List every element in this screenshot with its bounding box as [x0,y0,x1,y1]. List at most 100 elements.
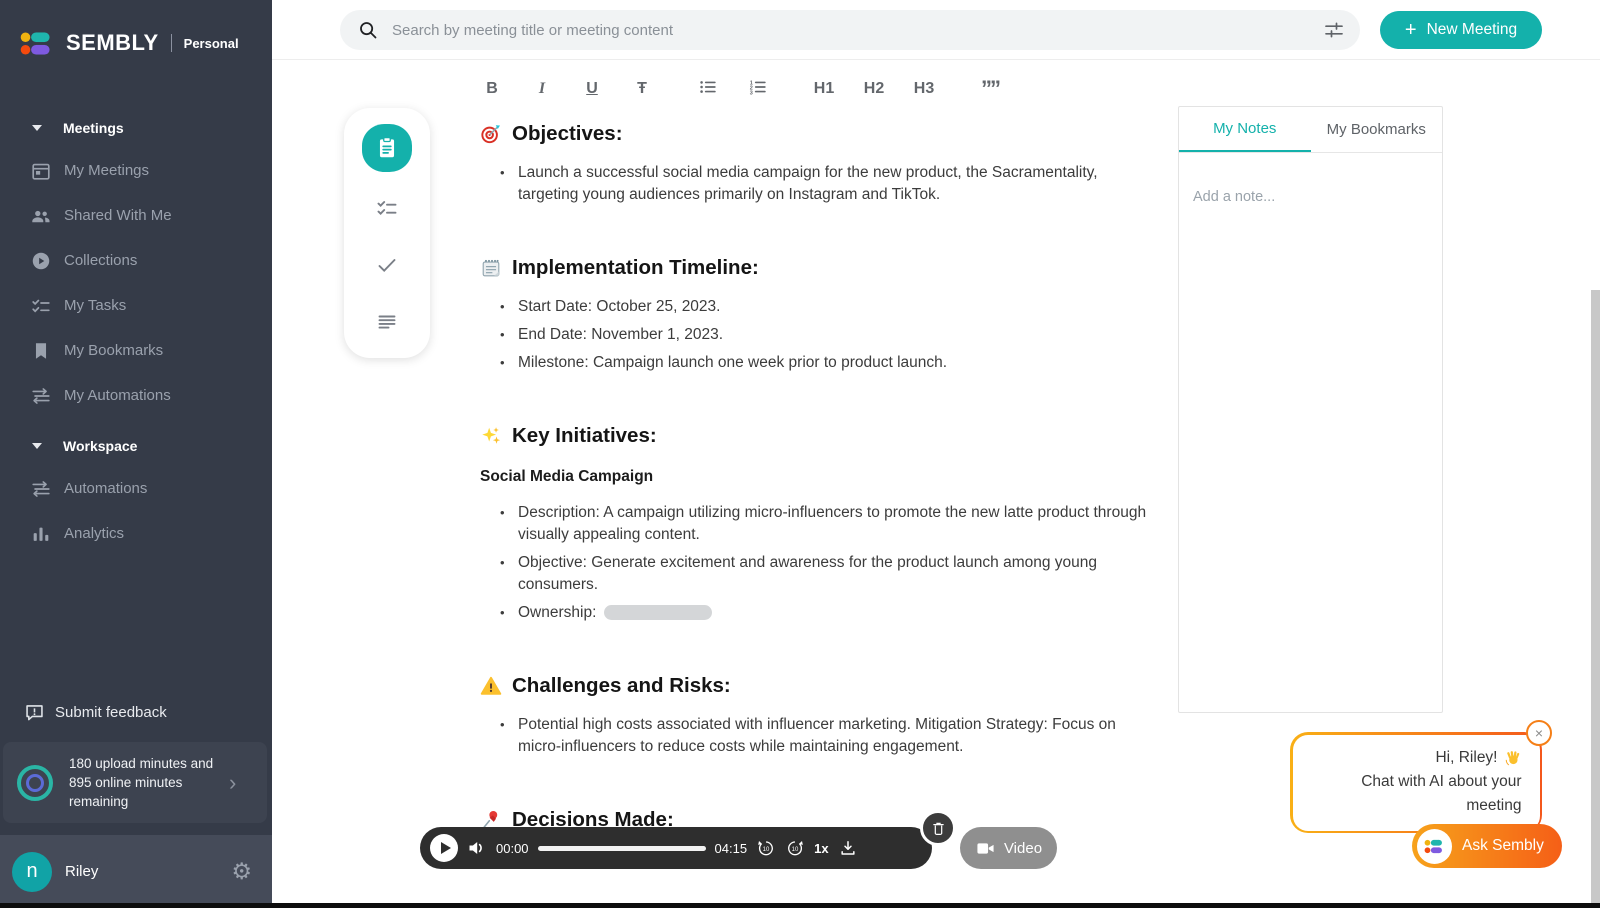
sidebar-item-shared-with-me[interactable]: Shared With Me [0,193,272,238]
tasks-tab[interactable] [375,196,399,225]
brand-logo[interactable]: SEMBLY Personal [0,0,272,58]
usage-progress-ring [17,765,53,801]
sidebar-spacer [0,556,272,690]
rewind-10-icon[interactable]: 10 [756,838,776,858]
section-title: Implementation Timeline: [512,256,759,280]
bullet-item: Objective: Generate excitement and aware… [518,552,1160,596]
search-icon [358,20,378,40]
play-icon [441,842,451,854]
h3-button[interactable]: H3 [912,80,936,98]
video-label: Video [1004,840,1042,857]
trash-icon [930,820,947,837]
volume-icon[interactable] [467,838,487,858]
avatar[interactable]: n [12,852,52,892]
sidebar-section-workspace[interactable]: Workspace [0,426,272,466]
sidebar-item-my-bookmarks[interactable]: My Bookmarks [0,328,272,373]
filter-icon[interactable] [1322,18,1346,42]
submit-feedback-button[interactable]: Submit feedback [0,690,272,734]
italic-button[interactable]: I [530,80,554,98]
checkmark-icon [375,253,399,277]
notes-tabs: My Notes My Bookmarks [1179,107,1442,153]
view-rail [344,108,430,358]
ask-sembly-button[interactable]: Ask Sembly [1412,824,1562,868]
section-title: Key Initiatives: [512,424,657,448]
download-icon[interactable] [838,838,858,858]
tab-my-bookmarks[interactable]: My Bookmarks [1311,107,1443,152]
warning-icon [480,675,502,697]
brand-divider [171,34,172,52]
section-heading: Objectives: [480,122,1160,146]
section-title: Challenges and Risks: [512,674,731,698]
tasks-icon [30,295,52,317]
numbered-list-button[interactable]: 123 [746,76,770,103]
delete-recording-button[interactable] [920,810,956,846]
play-button[interactable] [430,834,458,862]
search-input[interactable] [392,22,1322,39]
section-heading: Challenges and Risks: [480,674,1160,698]
search-bar [340,10,1360,50]
usage-text: 180 upload minutes and 895 online minute… [69,754,227,811]
clipboard-icon [374,135,400,161]
sidebar-item-automations[interactable]: Automations [0,466,272,511]
svg-text:10: 10 [792,847,799,853]
meeting-notes-tab[interactable] [362,124,412,172]
section-heading: Implementation Timeline: [480,256,1160,280]
sidebar-item-collections[interactable]: Collections [0,238,272,283]
feedback-icon [24,702,45,723]
section-label: Meetings [63,120,124,136]
sidebar-item-my-tasks[interactable]: My Tasks [0,283,272,328]
close-icon[interactable]: × [1526,720,1552,746]
notes-panel: My Notes My Bookmarks Add a note... [1178,106,1443,713]
seek-bar[interactable] [538,846,706,851]
ownership-label: Ownership: [518,604,596,621]
quote-button[interactable]: ”” [978,76,1002,102]
h2-button[interactable]: H2 [862,80,886,98]
sidebar-item-my-meetings[interactable]: My Meetings [0,148,272,193]
bullet-item: End Date: November 1, 2023. [518,324,1160,346]
target-icon [480,123,502,145]
tasks-icon [375,196,399,220]
doc-section-timeline: Implementation Timeline: Start Date: Oct… [480,256,1160,374]
sidebar-nav: Meetings My Meetings Shared With Me Coll… [0,108,272,556]
gear-icon[interactable]: ⚙ [231,860,252,883]
playback-speed[interactable]: 1x [814,841,828,856]
new-meeting-label: New Meeting [1427,21,1517,39]
transcript-tab[interactable] [375,310,399,339]
underline-button[interactable]: U [580,80,604,98]
new-meeting-button[interactable]: + New Meeting [1380,11,1542,49]
sparkles-icon [480,425,502,447]
meeting-notes-document[interactable]: Objectives: Launch a successful social m… [480,110,1160,832]
sidebar-section-meetings[interactable]: Meetings [0,108,272,148]
section-heading: Key Initiatives: [480,424,1160,448]
sidebar-item-label: Automations [64,480,147,497]
forward-10-icon[interactable]: 10 [785,838,805,858]
sidebar-item-my-automations[interactable]: My Automations [0,373,272,418]
usage-minutes-card[interactable]: 180 upload minutes and 895 online minute… [3,742,267,823]
format-toolbar: B I U Ŧ 123 H1 H2 H3 ”” [480,72,1002,106]
doc-section-challenges: Challenges and Risks: Potential high cos… [480,674,1160,758]
tab-my-notes[interactable]: My Notes [1179,107,1311,152]
calendar-icon [30,160,52,182]
decisions-tab[interactable] [375,253,399,282]
user-row: n Riley ⚙ [0,835,272,908]
video-button[interactable]: Video [960,827,1057,869]
bookmark-icon [30,340,52,362]
bold-button[interactable]: B [480,80,504,98]
current-time: 00:00 [496,841,529,856]
brand-name: SEMBLY [66,30,159,56]
strikethrough-button[interactable]: Ŧ [630,80,654,98]
wave-hand-icon [1504,749,1522,767]
people-icon [30,205,52,227]
sidebar-item-analytics[interactable]: Analytics [0,511,272,556]
sidebar-item-label: Collections [64,252,137,269]
chevron-down-icon [32,443,42,449]
vertical-scrollbar[interactable] [1591,290,1600,903]
ai-chat-popup: Hi, Riley! Chat with AI about your meeti… [1290,732,1542,833]
bullet-list-button[interactable] [696,76,720,103]
h1-button[interactable]: H1 [812,80,836,98]
bullet-item: Description: A campaign utilizing micro-… [518,502,1160,546]
transcript-lines-icon [375,310,399,334]
duration: 04:15 [715,841,748,856]
bullet-item: Ownership: [518,602,1160,624]
add-note-input[interactable]: Add a note... [1179,153,1442,241]
